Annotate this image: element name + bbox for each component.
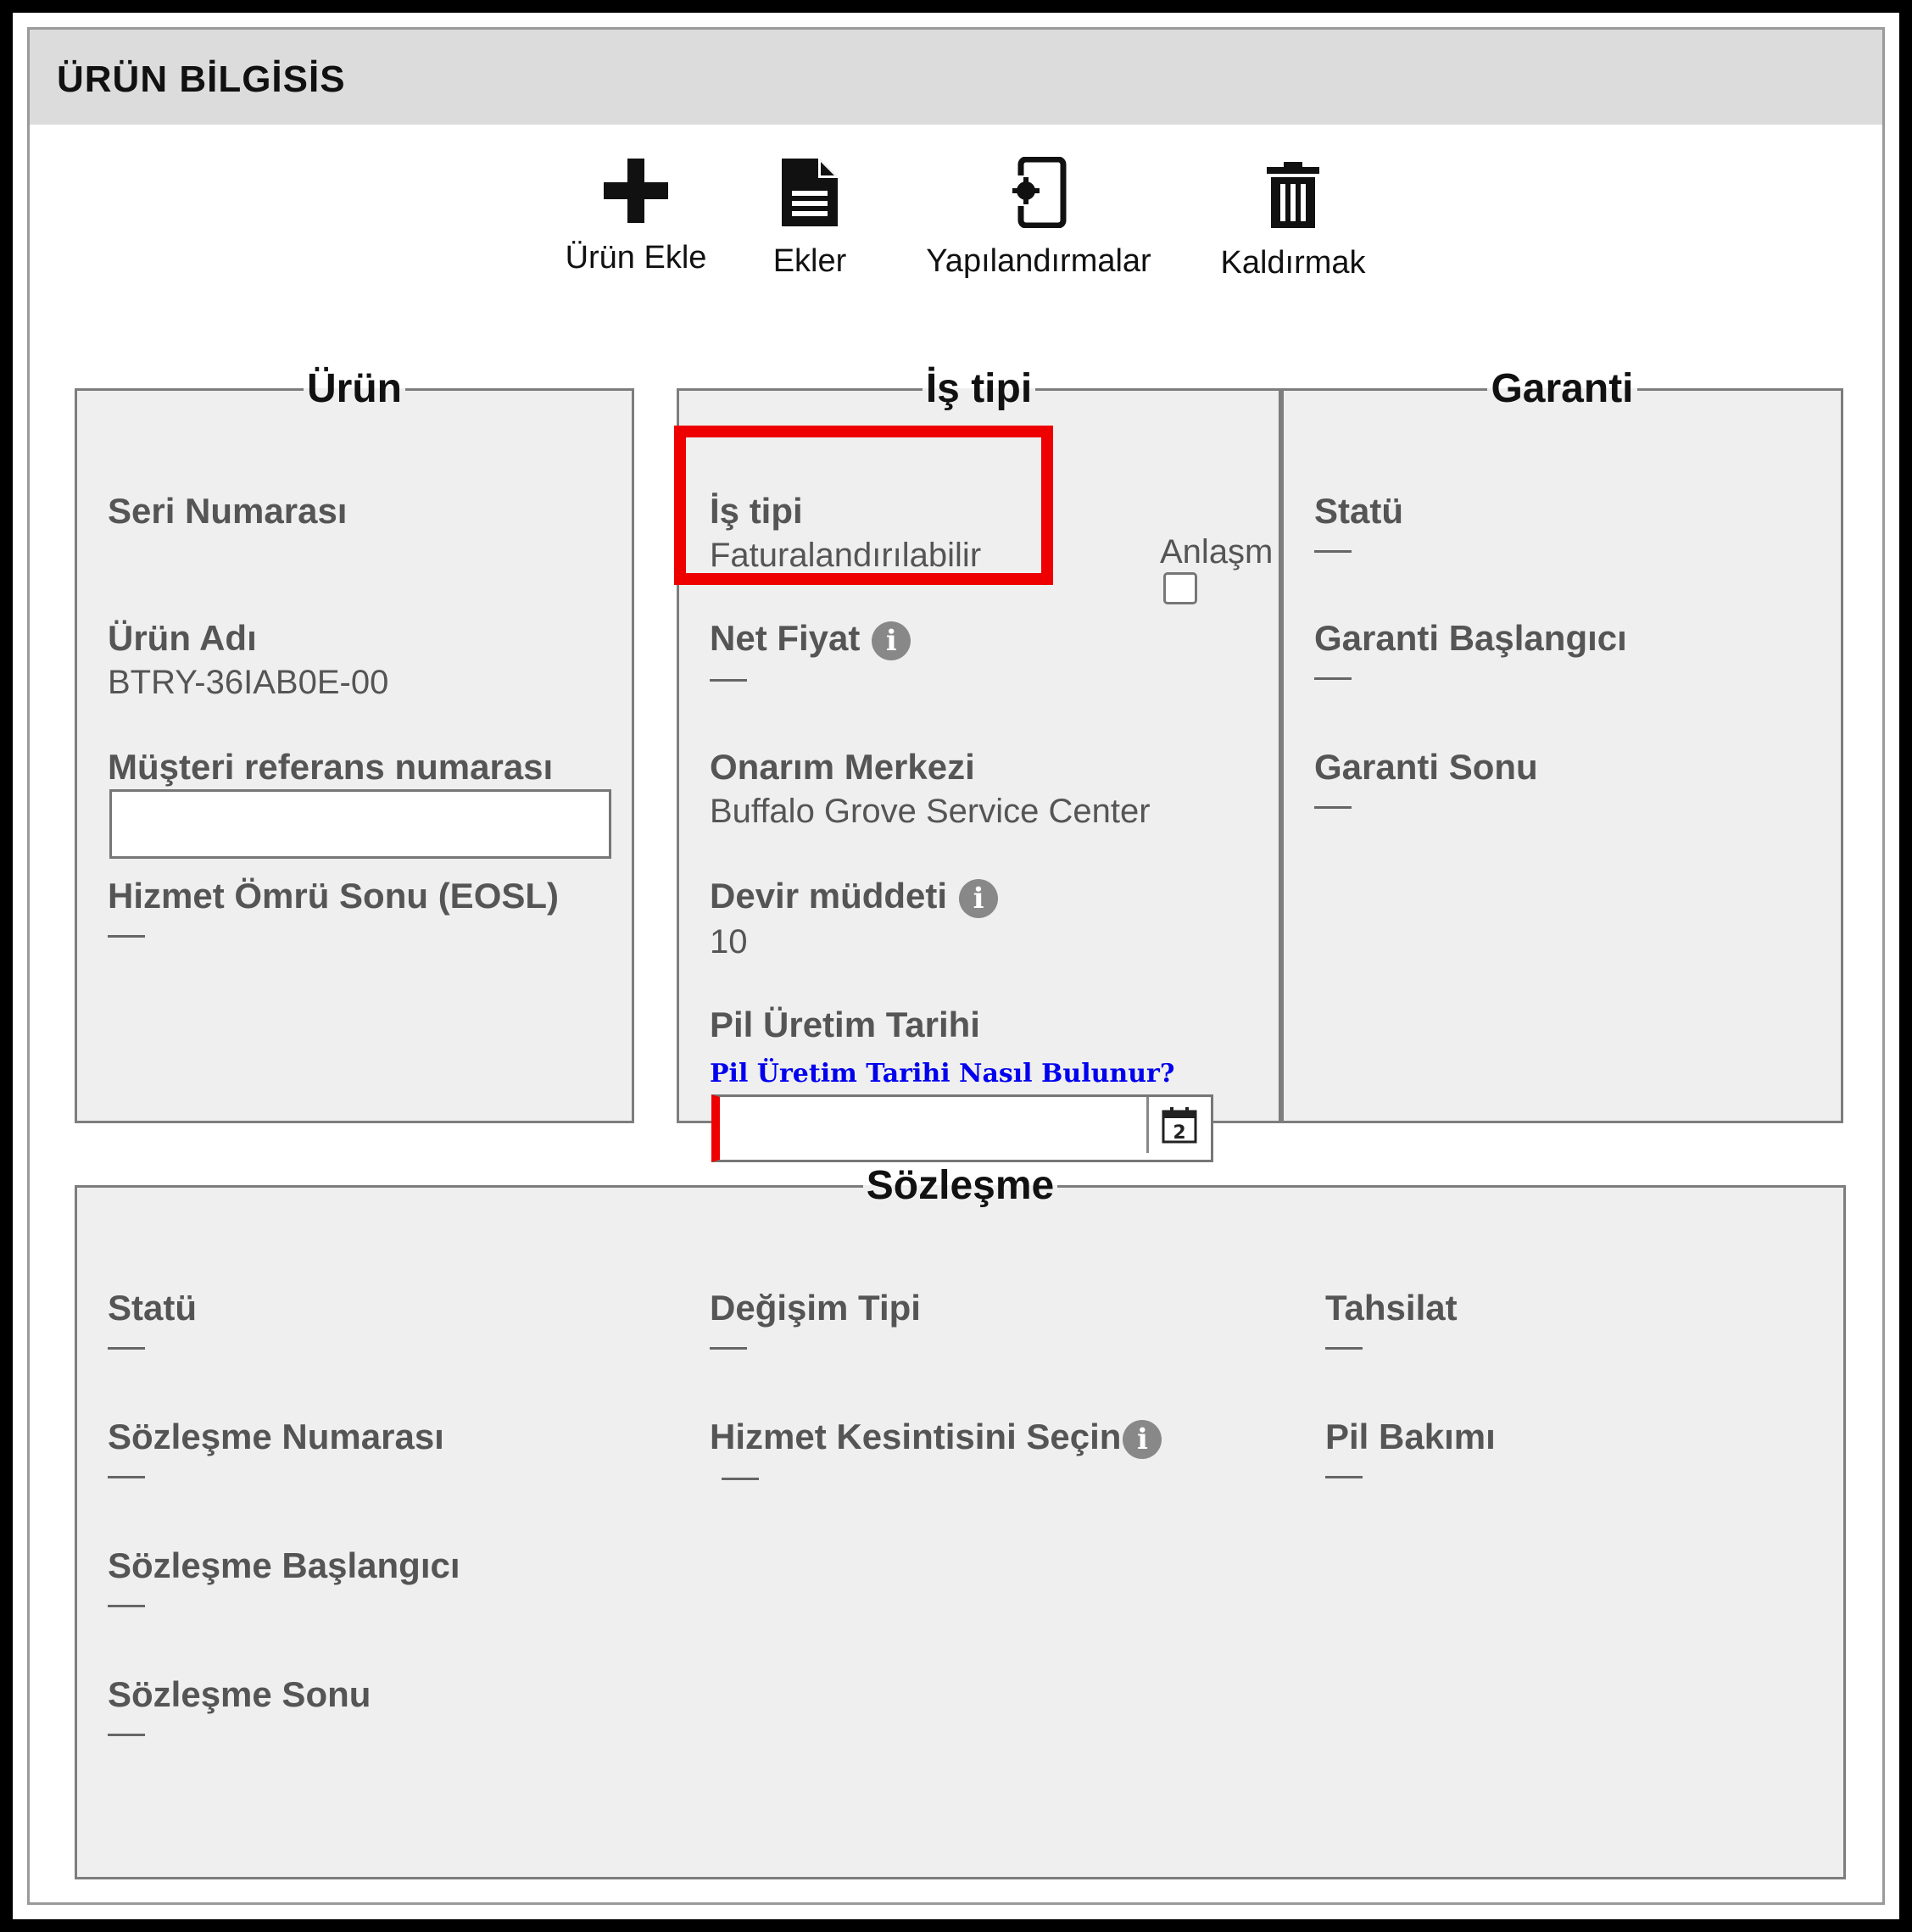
product-legend: Ürün (307, 366, 402, 411)
date-input-divider (1146, 1097, 1149, 1153)
contract-legend: Sözleşme (866, 1163, 1055, 1208)
info-icon[interactable]: i (959, 878, 999, 918)
warranty-end-field: Garanti Sonu (1314, 747, 1538, 809)
remove-button[interactable]: Kaldırmak (1208, 162, 1378, 281)
product-name-field: Ürün Adı BTRY-36IAB0E-00 (108, 618, 388, 702)
info-icon[interactable]: i (872, 621, 911, 660)
contract-start-field: Sözleşme Başlangıcı (108, 1545, 460, 1607)
product-name-value: BTRY-36IAB0E-00 (108, 664, 389, 701)
agreement-checkbox[interactable] (1163, 572, 1197, 604)
service-cut-label: Hizmet Kesintisini Seçin (710, 1417, 1122, 1456)
net-price-label: Net Fiyat (710, 618, 861, 658)
service-cut-empty-value (722, 1477, 759, 1480)
trash-icon (1267, 162, 1319, 228)
turnover-field: Devir müddeti i 10 (710, 876, 999, 961)
eosl-field: Hizmet Ömrü Sonu (EOSL) (108, 876, 559, 938)
contract-number-label: Sözleşme Numarası (108, 1417, 444, 1456)
attachments-button[interactable]: Ekler (759, 157, 861, 280)
warranty-end-empty-value (1314, 806, 1352, 809)
contract-status-label: Statü (108, 1288, 197, 1328)
calendar-icon[interactable]: 2 (1161, 1106, 1198, 1144)
exchange-type-field: Değişim Tipi (710, 1288, 921, 1350)
page-title: ÜRÜN BİLGİSİS (57, 58, 346, 100)
warranty-start-empty-value (1314, 677, 1352, 680)
product-info-panel: ÜRÜN BİLGİSİS Ürün Ekle Ekler Yapılandır… (27, 27, 1885, 1905)
add-product-label: Ürün Ekle (565, 240, 707, 276)
warranty-start-field: Garanti Başlangıcı (1314, 618, 1627, 680)
exchange-type-empty-value (710, 1347, 747, 1350)
contract-start-label: Sözleşme Başlangıcı (108, 1545, 460, 1585)
battery-maintenance-label: Pil Bakımı (1325, 1417, 1496, 1456)
battery-maintenance-field: Pil Bakımı (1325, 1417, 1496, 1478)
outer-frame: ÜRÜN BİLGİSİS Ürün Ekle Ekler Yapılandır… (13, 13, 1899, 1919)
contract-number-field: Sözleşme Numarası (108, 1417, 444, 1478)
product-fieldset: Ürün Seri Numarası Ürün Adı BTRY-36IAB0E… (75, 369, 634, 1123)
svg-text:2: 2 (1173, 1122, 1185, 1144)
contract-number-empty-value (108, 1476, 145, 1478)
attachments-label: Ekler (772, 243, 847, 279)
agreement-label: Anlaşm (1160, 533, 1274, 571)
contract-end-field: Sözleşme Sonu (108, 1674, 371, 1736)
customer-ref-label: Müşteri referans numarası (108, 747, 554, 787)
eosl-label: Hizmet Ömrü Sonu (EOSL) (108, 876, 560, 916)
net-price-empty-value (710, 678, 747, 682)
highlight-box (674, 426, 1053, 585)
turnover-label: Devir müddeti (710, 876, 948, 916)
serial-number-label: Seri Numarası (108, 491, 348, 531)
warranty-start-label: Garanti Başlangıcı (1314, 618, 1627, 658)
serial-number-field: Seri Numarası (108, 491, 347, 532)
warranty-status-empty-value (1314, 550, 1352, 553)
info-icon[interactable]: i (1123, 1419, 1162, 1459)
panel-header: ÜRÜN BİLGİSİS (30, 30, 1882, 125)
repair-center-field: Onarım Merkezi Buffalo Grove Service Cen… (710, 747, 1151, 831)
customer-ref-field: Müşteri referans numarası (108, 747, 553, 788)
battery-date-field: Pil Üretim Tarihi (710, 1005, 980, 1045)
device-gear-icon (1011, 157, 1067, 228)
battery-maintenance-empty-value (1325, 1476, 1363, 1478)
warranty-status-field: Statü (1314, 491, 1403, 553)
net-price-field: Net Fiyat i (710, 618, 911, 682)
contract-status-empty-value (108, 1347, 145, 1350)
contract-end-empty-value (108, 1734, 145, 1736)
collection-field: Tahsilat (1325, 1288, 1458, 1350)
contract-fieldset: Sözleşme Statü Sözleşme Numarası Sözleşm… (75, 1166, 1846, 1879)
business-type-legend: İş tipi (925, 366, 1033, 411)
contract-status-field: Statü (108, 1288, 197, 1350)
remove-label: Kaldırmak (1220, 245, 1366, 281)
contract-start-empty-value (108, 1605, 145, 1607)
configurations-label: Yapılandırmalar (926, 243, 1151, 279)
collection-empty-value (1325, 1347, 1363, 1350)
collection-label: Tahsilat (1325, 1288, 1458, 1328)
turnover-value: 10 (710, 922, 748, 960)
battery-date-input[interactable] (711, 1094, 1213, 1162)
repair-center-label: Onarım Merkezi (710, 747, 975, 787)
warranty-legend: Garanti (1491, 366, 1634, 411)
service-cut-field: Hizmet Kesintisini Seçin i (710, 1417, 1162, 1480)
warranty-end-label: Garanti Sonu (1314, 747, 1538, 787)
battery-date-help-link[interactable]: Pil Üretim Tarihi Nasıl Bulunur? (710, 1059, 1174, 1088)
eosl-empty-value (108, 935, 145, 938)
warranty-status-label: Statü (1314, 491, 1403, 531)
product-name-label: Ürün Adı (108, 618, 257, 658)
repair-center-value: Buffalo Grove Service Center (710, 793, 1151, 830)
customer-ref-input[interactable] (109, 789, 611, 859)
warranty-fieldset: Garanti Statü Garanti Başlangıcı Garanti… (1281, 369, 1843, 1123)
add-product-button[interactable]: Ürün Ekle (564, 157, 708, 276)
battery-date-label: Pil Üretim Tarihi (710, 1005, 980, 1044)
exchange-type-label: Değişim Tipi (710, 1288, 921, 1328)
contract-end-label: Sözleşme Sonu (108, 1674, 371, 1714)
document-icon (782, 159, 838, 226)
configurations-button[interactable]: Yapılandırmalar (911, 157, 1166, 280)
plus-icon (604, 159, 668, 223)
